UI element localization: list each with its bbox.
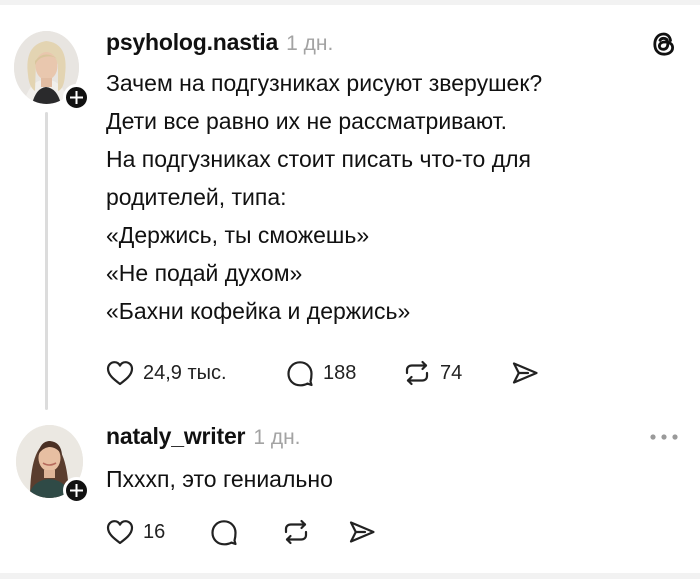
share-send-icon: [512, 362, 538, 384]
reply-button[interactable]: [209, 518, 281, 546]
follow-button[interactable]: [63, 477, 90, 504]
repost-button[interactable]: 74: [402, 359, 510, 387]
heart-icon: [106, 520, 134, 545]
timestamp: 1 дн.: [253, 426, 301, 449]
repost-icon: [405, 360, 429, 386]
username[interactable]: nataly_writer: [106, 423, 246, 450]
share-send-icon: [349, 521, 375, 543]
post-header: nataly_writer 1 дн.: [106, 423, 301, 453]
bottom-border: [0, 573, 700, 579]
like-button[interactable]: 24,9 тыс.: [105, 359, 285, 387]
comment-bubble-icon: [211, 520, 237, 546]
repost-button[interactable]: [281, 518, 347, 546]
post-text-line: На подгузниках стоит писать что-то для: [106, 146, 531, 172]
post-body: Зачем на подгузниках рисуют зверушек? Де…: [106, 64, 666, 330]
post-actions: 16: [105, 515, 377, 549]
repost-icon: [284, 519, 308, 545]
heart-icon: [106, 361, 134, 386]
share-button[interactable]: [510, 359, 540, 387]
top-border: [0, 0, 700, 5]
share-button[interactable]: [347, 518, 377, 546]
reply-count: 188: [323, 361, 357, 384]
post-text-line: Зачем на подгузниках рисуют зверушек?: [106, 70, 543, 96]
post-header: psyholog.nastia 1 дн.: [106, 29, 333, 59]
reply-text: Пхххп, это гениально: [106, 466, 333, 492]
plus-icon: [70, 91, 83, 104]
post-text-line: родителей, типа:: [106, 184, 287, 210]
post-text-line: «Бахни кофейка и держись»: [106, 298, 411, 324]
reply-button[interactable]: 188: [285, 359, 402, 387]
post-text-line: «Не подай духом»: [106, 260, 303, 286]
post-text-line: Дети все равно их не рассматривают.: [106, 108, 508, 134]
like-count: 24,9 тыс.: [143, 361, 227, 384]
timestamp: 1 дн.: [286, 32, 334, 55]
more-options-icon[interactable]: [648, 432, 680, 442]
comment-bubble-icon: [287, 361, 313, 387]
thread-line: [45, 112, 48, 410]
threads-logo-icon[interactable]: [648, 28, 680, 60]
post-text-line: «Держись, ты сможешь»: [106, 222, 370, 248]
follow-button[interactable]: [63, 84, 90, 111]
like-button[interactable]: 16: [105, 518, 209, 546]
post-actions: 24,9 тыс. 188 74: [105, 356, 540, 390]
like-count: 16: [143, 520, 166, 543]
username[interactable]: psyholog.nastia: [106, 29, 278, 56]
plus-icon: [70, 484, 83, 497]
repost-count: 74: [440, 361, 463, 384]
